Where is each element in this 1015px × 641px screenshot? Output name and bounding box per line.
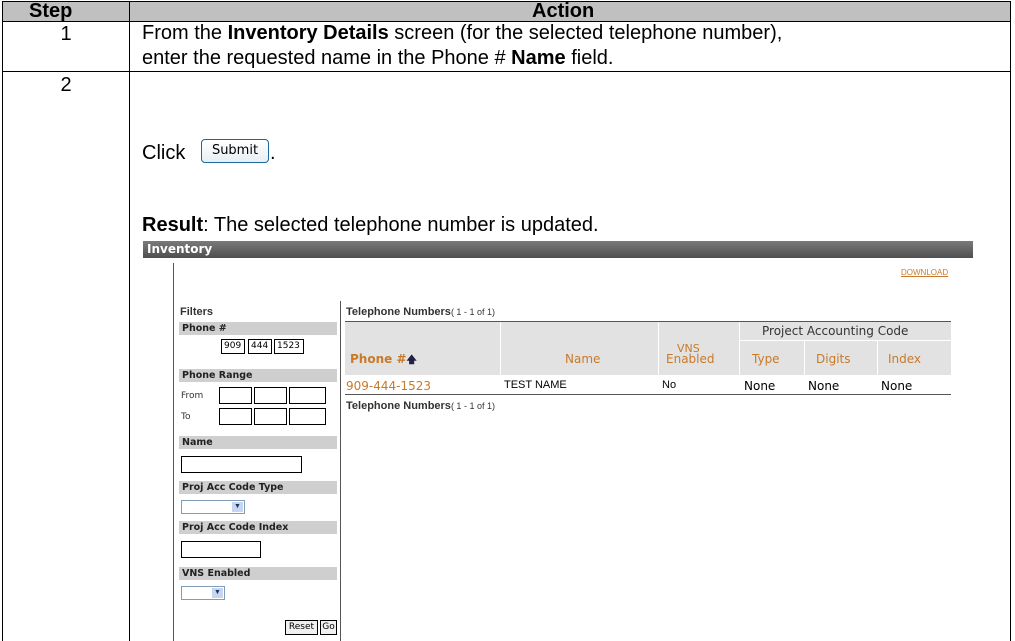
- col-divider: [500, 322, 501, 375]
- pac-group-header: Project Accounting Code: [762, 324, 909, 338]
- vns-select[interactable]: ▼: [181, 586, 225, 600]
- row-vns: No: [662, 379, 677, 391]
- rule: [2, 1, 1010, 2]
- filter-pac-index-header: Proj Acc Code Index: [179, 521, 337, 534]
- col-divider: [804, 341, 805, 375]
- numbers-title-top: Telephone Numbers( 1 - 1 of 1): [346, 306, 495, 318]
- col-phone-label: Phone #: [350, 352, 407, 366]
- filter-phone-header: Phone #: [179, 322, 337, 335]
- rule: [1010, 1, 1011, 641]
- range-to-area[interactable]: [219, 408, 252, 425]
- phone-area-input[interactable]: 909: [221, 339, 245, 354]
- sort-ascending-arrow-icon: 🡅: [406, 355, 417, 366]
- filter-range-header: Phone Range: [179, 369, 337, 382]
- panel-border: [173, 263, 174, 641]
- step1-line1: From the Inventory Details screen (for t…: [142, 21, 782, 46]
- group-divider: [740, 340, 951, 341]
- inventory-title-bar: Inventory: [143, 241, 973, 258]
- step-number: 2: [60, 74, 72, 96]
- result-text: : The selected telephone number is updat…: [203, 214, 599, 236]
- row-name: TEST NAME: [504, 379, 567, 391]
- range-to-prefix[interactable]: [254, 408, 287, 425]
- range-from-line[interactable]: [289, 387, 326, 404]
- filter-divider: [340, 301, 341, 641]
- col-divider: [739, 322, 740, 375]
- row-type: None: [744, 379, 776, 393]
- step2-click-text: Click: [142, 142, 186, 164]
- chevron-down-icon: ▼: [232, 502, 243, 512]
- submit-button[interactable]: Submit: [201, 139, 269, 163]
- rule: [129, 1, 130, 641]
- filter-name-header: Name: [179, 436, 337, 449]
- name-filter-input[interactable]: [181, 456, 302, 473]
- filter-vns-header: VNS Enabled: [179, 567, 337, 580]
- result-label: Result: [142, 214, 204, 236]
- reset-button[interactable]: Reset: [285, 620, 318, 635]
- step-number: 1: [60, 23, 72, 45]
- step1-bold: Inventory Details: [227, 22, 389, 44]
- rule: [2, 71, 1010, 72]
- col-name-header[interactable]: Name: [565, 352, 600, 366]
- filters-title: Filters: [180, 306, 214, 318]
- header-action: Action: [532, 0, 595, 22]
- go-button[interactable]: Go: [320, 620, 337, 635]
- numbers-title-bottom: Telephone Numbers( 1 - 1 of 1): [346, 400, 495, 412]
- range-to-line[interactable]: [289, 408, 326, 425]
- table-header: Step Action: [2, 0, 1010, 22]
- numbers-title-text: Telephone Numbers: [346, 400, 451, 412]
- row-divider: [345, 394, 951, 395]
- to-label: To: [181, 412, 191, 422]
- step1-text: enter the requested name in the Phone #: [142, 47, 512, 69]
- col-index-header[interactable]: Index: [888, 352, 921, 366]
- step1-line2: enter the requested name in the Phone # …: [142, 46, 613, 71]
- inventory-panel: Inventory DOWNLOAD Filters Phone # 909 4…: [143, 241, 973, 641]
- phone-line-input[interactable]: 1523: [274, 339, 304, 354]
- download-link[interactable]: DOWNLOAD: [901, 268, 948, 277]
- col-phone-header[interactable]: Phone #🡅: [350, 352, 417, 370]
- col-type-header[interactable]: Type: [752, 352, 780, 366]
- step1-text: From the: [142, 22, 228, 44]
- col-vns-header-2[interactable]: Enabled: [666, 352, 715, 366]
- from-label: From: [181, 391, 204, 401]
- phone-prefix-input[interactable]: 444: [248, 339, 272, 354]
- step1-text: field.: [565, 47, 614, 69]
- filter-pac-type-header: Proj Acc Code Type: [179, 481, 337, 494]
- numbers-count: ( 1 - 1 of 1): [450, 307, 495, 317]
- row-index: None: [881, 379, 913, 393]
- row-digits: None: [808, 379, 840, 393]
- step2-period: .: [270, 142, 276, 164]
- pac-index-input[interactable]: [181, 541, 261, 558]
- col-divider: [877, 341, 878, 375]
- row-phone-link[interactable]: 909-444-1523: [346, 379, 431, 393]
- numbers-title-text: Telephone Numbers: [346, 306, 451, 318]
- range-from-area[interactable]: [219, 387, 252, 404]
- numbers-count: ( 1 - 1 of 1): [450, 401, 495, 411]
- step2-result: Result: The selected telephone number is…: [142, 213, 599, 238]
- chevron-down-icon: ▼: [212, 588, 223, 598]
- range-from-prefix[interactable]: [254, 387, 287, 404]
- col-digits-header[interactable]: Digits: [816, 352, 850, 366]
- step1-text: screen (for the selected telephone numbe…: [388, 22, 783, 44]
- col-divider: [658, 322, 659, 375]
- pac-type-select[interactable]: ▼: [181, 500, 245, 514]
- step1-bold: Name: [511, 47, 566, 69]
- header-step: Step: [29, 0, 73, 22]
- rule: [2, 1, 3, 641]
